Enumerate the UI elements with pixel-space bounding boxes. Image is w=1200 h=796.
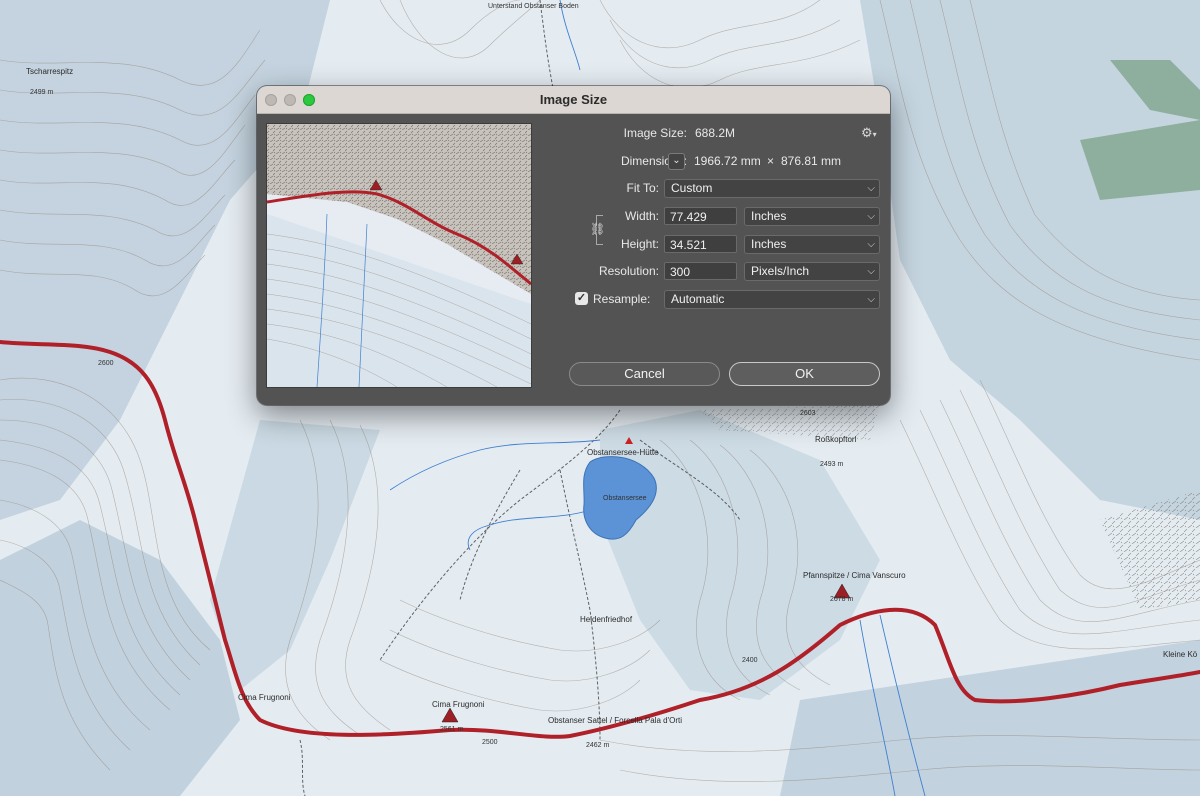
dimensions-height: 876.81 mm	[781, 154, 842, 168]
checkmark-icon: ✓	[576, 292, 587, 304]
map-label-pfannspitze-elev: 2678 m	[830, 596, 854, 603]
height-unit-select[interactable]: Inches ⌵	[744, 235, 880, 254]
image-size-label: Image Size:	[623, 126, 687, 140]
dialog-title: Image Size	[539, 92, 608, 107]
chevron-down-icon: ⌄	[672, 155, 681, 166]
preview-map-image	[267, 124, 531, 387]
width-input[interactable]: 77.429	[664, 207, 737, 225]
width-unit-value: Inches	[751, 209, 787, 223]
resample-select[interactable]: Automatic ⌵	[664, 290, 880, 309]
dimensions-width: 1966.72 mm	[694, 154, 761, 168]
resolution-input[interactable]: 300	[664, 262, 737, 280]
image-preview[interactable]	[266, 123, 532, 388]
map-label-cima-frugnoni: Cima Frugnoni	[432, 700, 485, 709]
fit-to-label: Fit To:	[626, 181, 659, 195]
chevron-down-icon: ⌵	[867, 239, 875, 250]
resolution-unit-select[interactable]: Pixels/Inch ⌵	[744, 262, 880, 281]
chevron-down-icon: ⌵	[867, 266, 875, 277]
map-label-cima-frugnoni-west: Cima Frugnoni	[238, 693, 291, 702]
resolution-label: Resolution:	[598, 264, 659, 278]
gear-icon[interactable]: ⚙▾	[861, 125, 877, 141]
resample-value: Automatic	[671, 292, 725, 306]
height-input[interactable]: 34.521	[664, 235, 737, 253]
resample-label: Resample:	[593, 292, 651, 306]
map-label-unterstand: Unterstand Obstanser Boden	[488, 3, 579, 10]
fit-to-select[interactable]: Custom ⌵	[664, 179, 880, 198]
width-unit-select[interactable]: Inches ⌵	[744, 207, 880, 226]
map-label-tscharrespitz-elev: 2499 m	[30, 89, 54, 96]
width-label: Width:	[624, 209, 659, 223]
ok-button[interactable]: OK	[729, 362, 880, 386]
chevron-down-icon: ⌵	[867, 294, 875, 305]
map-label-obstanser-sattel: Obstanser Sattel / Forcella Pala d'Orti	[548, 716, 682, 725]
dimensions-times: ×	[767, 154, 775, 168]
map-label-contour-2600: 2600	[98, 360, 114, 367]
map-label-cima-frugnoni-elev: 2561 m	[440, 726, 464, 733]
height-unit-value: Inches	[751, 237, 787, 251]
fit-to-value: Custom	[671, 181, 713, 195]
chevron-down-icon: ⌵	[867, 211, 875, 222]
map-label-contour-2400: 2400	[742, 657, 758, 664]
cancel-button[interactable]: Cancel	[569, 362, 720, 386]
chevron-down-icon: ⌵	[867, 183, 875, 194]
map-label-kleine-ko: Kleine Kö	[1163, 650, 1198, 659]
dimensions-units-button[interactable]: ⌄	[668, 153, 685, 170]
map-label-contour-2500: 2500	[482, 739, 498, 746]
map-label-obstanser-sattel-elev: 2462 m	[586, 742, 610, 749]
height-label: Height:	[620, 237, 659, 251]
map-label-obstansersee-huette: Obstansersee-Hütte	[587, 448, 659, 457]
map-label-2603: 2603	[800, 410, 816, 417]
map-label-rosskopftorl-elev: 2493 m	[820, 461, 844, 468]
resolution-unit-value: Pixels/Inch	[751, 264, 810, 278]
map-label-rosskopftorl: Roßkopftorl	[815, 435, 857, 444]
map-label-pfannspitze: Pfannspitze / Cima Vanscuro	[803, 571, 906, 580]
image-size-dialog: Image Size Image Size: 688.2M ⚙▾ Dimensi…	[257, 86, 890, 405]
resample-checkbox[interactable]: ✓	[575, 292, 588, 305]
map-label-tscharrespitz: Tscharrespitz	[26, 67, 73, 76]
map-label-heldenfriedhof: Heldenfriedhof	[580, 615, 633, 624]
dialog-titlebar[interactable]: Image Size	[257, 86, 890, 114]
map-label-obstansersee: Obstansersee	[603, 495, 647, 502]
image-size-value: 688.2M	[695, 126, 736, 140]
